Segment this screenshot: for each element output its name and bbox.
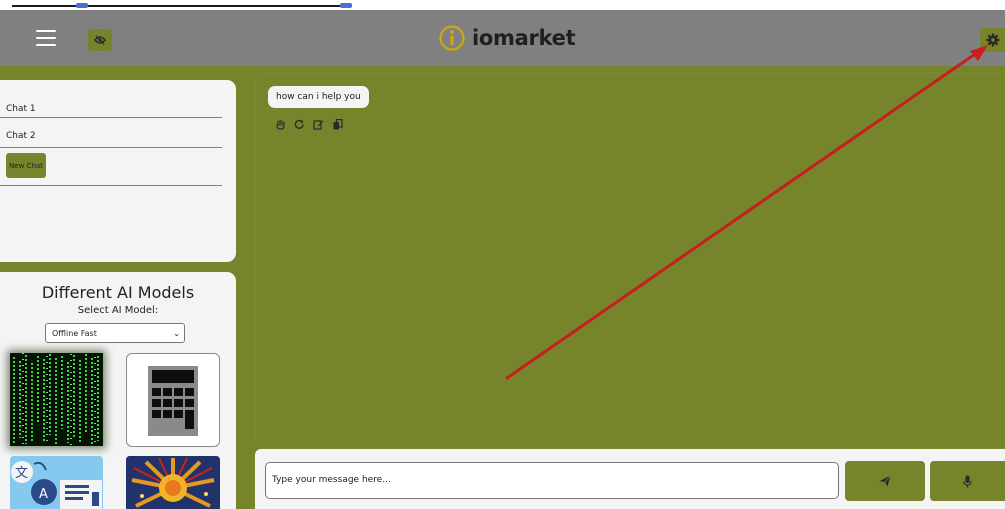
send-button[interactable]	[845, 461, 925, 501]
settings-button[interactable]	[980, 28, 1005, 52]
new-chat-button[interactable]: New Chat	[6, 153, 46, 178]
chat-list-item-label: Chat 2	[6, 131, 36, 141]
message-input[interactable]: Type your message here...	[265, 462, 839, 499]
calculator-icon	[148, 366, 198, 436]
chat-list-panel: Chat 1 Chat 2 New Chat	[0, 80, 236, 262]
hamburger-icon-bar	[36, 44, 56, 46]
menu-button[interactable]	[36, 30, 56, 46]
toggle-visibility-button[interactable]	[88, 29, 112, 51]
chat-messages-area	[255, 72, 1005, 449]
chevron-down-icon: ⌄	[173, 329, 180, 338]
send-icon	[879, 475, 891, 487]
regenerate-icon[interactable]	[293, 118, 305, 130]
svg-text:A: A	[39, 487, 48, 502]
microphone-icon	[963, 475, 972, 487]
sun-art-image	[126, 456, 220, 509]
app-header: iomarket	[0, 10, 1005, 66]
model-card-matrix[interactable]	[10, 353, 103, 446]
logo-text: iomarket	[472, 26, 576, 50]
top-strip-line	[12, 5, 342, 7]
matrix-code-image	[13, 353, 99, 446]
app-body: Chat 1 Chat 2 New Chat Different AI Mode…	[0, 66, 1005, 509]
chat-list-item[interactable]: Chat 2	[0, 118, 222, 148]
ai-model-select[interactable]: Offline Fast ⌄	[45, 323, 185, 343]
stop-hand-icon[interactable]	[274, 118, 286, 130]
eye-slash-icon	[94, 35, 106, 45]
chat-list-item[interactable]: Chat 1	[0, 88, 222, 118]
model-card-translate[interactable]: 文 A	[10, 456, 103, 509]
chat-list-item-label: Chat 1	[6, 104, 36, 114]
ai-models-title: Different AI Models	[41, 283, 195, 302]
ai-model-select-label: Select AI Model:	[77, 305, 159, 316]
top-strip-tab-indicator	[340, 3, 352, 8]
translate-icon: 文 A	[11, 461, 102, 509]
hamburger-icon-bar	[36, 37, 56, 39]
hamburger-icon-bar	[36, 30, 56, 32]
ai-model-selected-value: Offline Fast	[52, 329, 97, 338]
microphone-button[interactable]	[930, 461, 1005, 501]
logo-icon	[439, 25, 465, 51]
message-actions	[274, 118, 343, 130]
ai-models-panel: Different AI Models Select AI Model: Off…	[0, 272, 236, 509]
top-strip-tab-indicator	[76, 3, 88, 8]
browser-top-strip	[0, 0, 1005, 10]
model-card-calculator[interactable]	[126, 353, 220, 447]
gear-icon	[986, 33, 999, 47]
app-logo: iomarket	[438, 23, 576, 53]
assistant-message-bubble: how can i help you	[268, 86, 369, 108]
edit-icon[interactable]	[312, 118, 324, 130]
svg-text:文: 文	[15, 466, 28, 481]
copy-icon[interactable]	[331, 118, 343, 130]
model-card-sun-art[interactable]	[126, 456, 220, 509]
divider	[0, 185, 222, 186]
